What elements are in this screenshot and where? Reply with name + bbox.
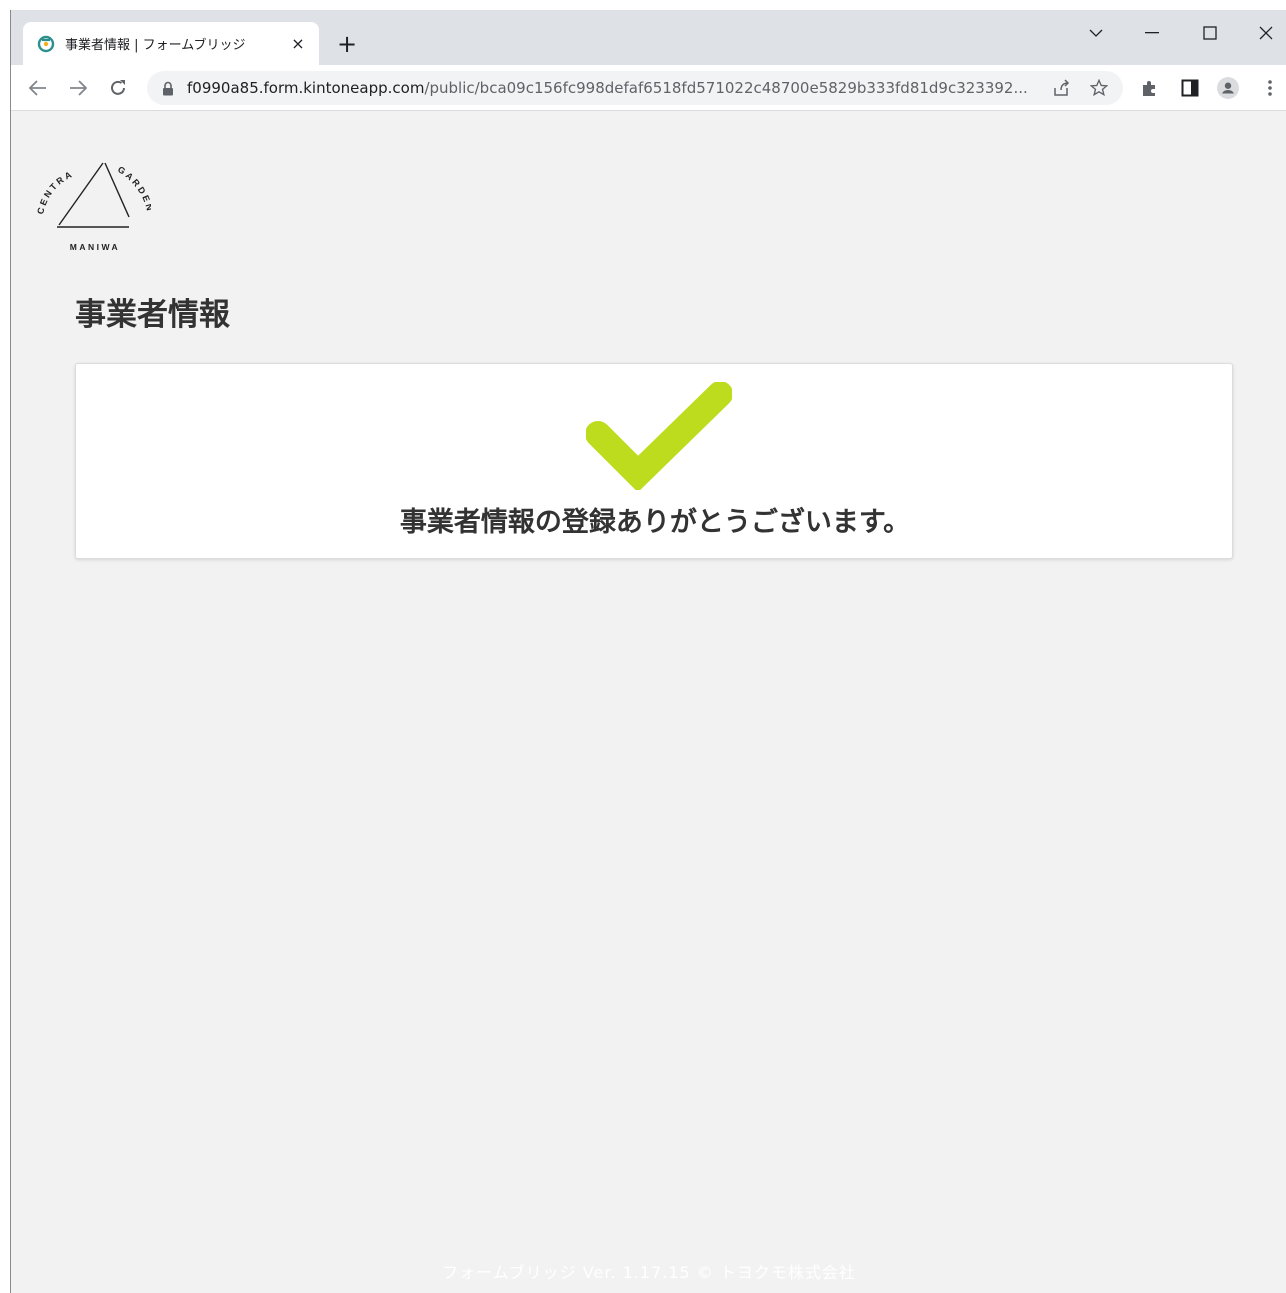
tab-close-button[interactable]: ×: [289, 34, 307, 53]
tab-title: 事業者情報 | フォームブリッジ: [65, 38, 246, 53]
star-icon[interactable]: [1089, 78, 1109, 98]
close-icon[interactable]: [1243, 18, 1286, 48]
logo-text-left: CENTRAL: [31, 143, 73, 215]
forward-arrow-icon[interactable]: [63, 73, 93, 103]
footer-version: フォームブリッジ Ver. 1.17.15 © トヨクモ株式会社: [442, 1263, 856, 1282]
browser-tab[interactable]: 事業者情報 | フォームブリッジ ×: [23, 22, 319, 65]
chevron-down-icon[interactable]: [1073, 18, 1119, 48]
new-tab-button[interactable]: +: [333, 30, 361, 58]
side-panel-icon[interactable]: [1179, 77, 1201, 99]
completion-message: 事業者情報の登録ありがとうございます。: [399, 507, 911, 538]
logo-text-bottom: MANIWA: [70, 242, 120, 252]
page-content: CENTRAL GARDEN MANIWA 事業者情報 事業者情報の登録ありがと…: [11, 111, 1286, 1293]
svg-text:GARDEN: GARDEN: [116, 164, 151, 214]
checkmark-icon: [586, 382, 732, 490]
maximize-icon[interactable]: [1187, 18, 1233, 48]
extensions-icon[interactable]: [1139, 77, 1161, 99]
profile-icon[interactable]: [1217, 77, 1239, 99]
reload-icon[interactable]: [103, 73, 133, 103]
desktop-edge: [0, 0, 10, 1293]
url-path: /public/bca09c156fc998defaf6518fd571022c…: [424, 79, 1028, 97]
back-arrow-icon[interactable]: [23, 73, 53, 103]
lock-icon[interactable]: [161, 80, 175, 96]
url-host: f0990a85.form.kintoneapp.com: [187, 79, 425, 97]
browser-window: 事業者情報 | フォームブリッジ × + f0990a85.form.kinto…: [10, 10, 1286, 1293]
completion-card: 事業者情報の登録ありがとうございます。: [75, 363, 1233, 559]
central-garden-logo: CENTRAL GARDEN MANIWA: [31, 143, 151, 252]
svg-text:CENTRAL: CENTRAL: [31, 143, 75, 215]
url-text[interactable]: f0990a85.form.kintoneapp.com/public/bca0…: [187, 79, 1037, 97]
menu-icon[interactable]: [1259, 77, 1281, 99]
logo-text-right: GARDEN: [116, 164, 151, 214]
share-icon[interactable]: [1051, 78, 1071, 98]
browser-toolbar: f0990a85.form.kintoneapp.com/public/bca0…: [11, 65, 1286, 111]
page-title: 事業者情報: [75, 297, 230, 333]
address-bar[interactable]: f0990a85.form.kintoneapp.com/public/bca0…: [147, 71, 1123, 105]
kintone-favicon: [37, 35, 55, 53]
minimize-icon[interactable]: [1129, 18, 1175, 48]
tab-strip: 事業者情報 | フォームブリッジ × +: [11, 10, 1286, 65]
